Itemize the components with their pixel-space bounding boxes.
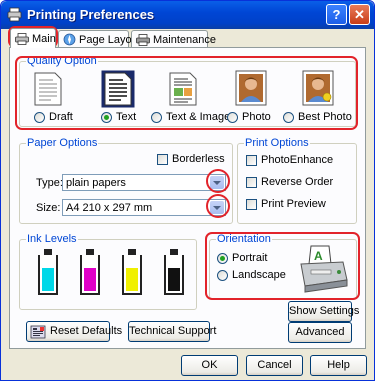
- ink-yellow-fill: [126, 268, 138, 291]
- text-and-image-radio[interactable]: [151, 112, 162, 123]
- best-photo-icon: [302, 70, 334, 106]
- paper-size-select[interactable]: A4 210 x 297 mm: [62, 199, 226, 216]
- print-preview-label: Print Preview: [261, 198, 326, 210]
- size-dropdown-highlight: [206, 194, 230, 218]
- cancel-button[interactable]: Cancel: [246, 355, 303, 376]
- landscape-label: Landscape: [232, 269, 286, 281]
- ink-cyan: [38, 249, 58, 295]
- title-bar[interactable]: Printing Preferences ? ✕: [1, 1, 374, 29]
- ink-magenta-fill: [84, 268, 96, 291]
- show-settings-button[interactable]: Show Settings: [288, 301, 359, 322]
- reverse-order-label: Reverse Order: [261, 176, 334, 188]
- reverse-order-checkbox[interactable]: [246, 177, 257, 188]
- text-and-image-label: Text & Image: [166, 111, 231, 123]
- orientation-printer-icon: A: [300, 245, 348, 293]
- reset-defaults-label: Reset Defaults: [50, 325, 123, 337]
- borderless-label: Borderless: [172, 153, 225, 165]
- ink-black: [164, 249, 184, 295]
- type-dropdown-highlight: [206, 169, 230, 193]
- tab-maintenance[interactable]: Maintenance: [131, 30, 216, 48]
- photo-icon: [235, 70, 267, 106]
- printer-icon: [7, 7, 22, 22]
- ok-button[interactable]: OK: [181, 355, 238, 376]
- size-label: Size:: [36, 202, 61, 214]
- type-label: Type:: [36, 177, 63, 189]
- page-layout-icon: [63, 33, 76, 46]
- reset-defaults-button[interactable]: Reset Defaults: [26, 321, 122, 342]
- printer-icon: [15, 32, 29, 45]
- title-help-button[interactable]: ?: [326, 4, 347, 25]
- photoenhance-checkbox[interactable]: [246, 155, 257, 166]
- ink-black-fill: [168, 268, 180, 291]
- tab-maintenance-label: Maintenance: [153, 33, 216, 46]
- text-label: Text: [116, 111, 137, 123]
- tab-page-layout[interactable]: Page Layout: [58, 30, 141, 48]
- borderless-checkbox[interactable]: [157, 154, 168, 165]
- print-preview-checkbox[interactable]: [246, 199, 257, 210]
- paper-size-value: A4 210 x 297 mm: [66, 202, 153, 214]
- portrait-label: Portrait: [232, 252, 268, 264]
- printing-preferences-window: Printing Preferences ? ✕ Main Page Layou…: [0, 0, 375, 381]
- help-button[interactable]: Help: [310, 355, 367, 376]
- portrait-radio[interactable]: [217, 253, 228, 264]
- tab-main[interactable]: Main: [10, 28, 56, 48]
- draft-radio[interactable]: [34, 112, 45, 123]
- svg-text:A: A: [314, 249, 323, 263]
- draft-label: Draft: [49, 111, 73, 123]
- draft-icon: [34, 72, 62, 106]
- photoenhance-label: PhotoEnhance: [261, 154, 334, 166]
- landscape-radio[interactable]: [217, 270, 228, 281]
- ink-cyan-fill: [42, 268, 54, 291]
- text-icon: [101, 70, 135, 108]
- technical-support-button[interactable]: Technical Support: [128, 321, 216, 342]
- print-options-title: Print Options: [244, 137, 310, 149]
- tab-main-label: Main: [32, 32, 56, 45]
- title-close-button[interactable]: ✕: [349, 4, 370, 25]
- maintenance-printer-icon: [136, 33, 150, 46]
- paper-options-title: Paper Options: [26, 137, 99, 149]
- text-and-image-icon: [169, 72, 197, 106]
- best-photo-radio[interactable]: [283, 112, 294, 123]
- main-tab-panel: Quality Option Draft Text Text & Image P…: [9, 47, 366, 349]
- paper-type-value: plain papers: [66, 177, 126, 189]
- photo-radio[interactable]: [227, 112, 238, 123]
- window-title: Printing Preferences: [27, 7, 155, 22]
- advanced-button[interactable]: Advanced: [288, 322, 352, 343]
- ink-magenta: [80, 249, 100, 295]
- ink-levels-title: Ink Levels: [26, 233, 78, 245]
- best-photo-label: Best Photo: [298, 111, 352, 123]
- paper-type-select[interactable]: plain papers: [62, 174, 226, 191]
- photo-label: Photo: [242, 111, 271, 123]
- ink-yellow: [122, 249, 142, 295]
- reset-defaults-icon: [30, 325, 46, 338]
- text-radio[interactable]: [101, 112, 112, 123]
